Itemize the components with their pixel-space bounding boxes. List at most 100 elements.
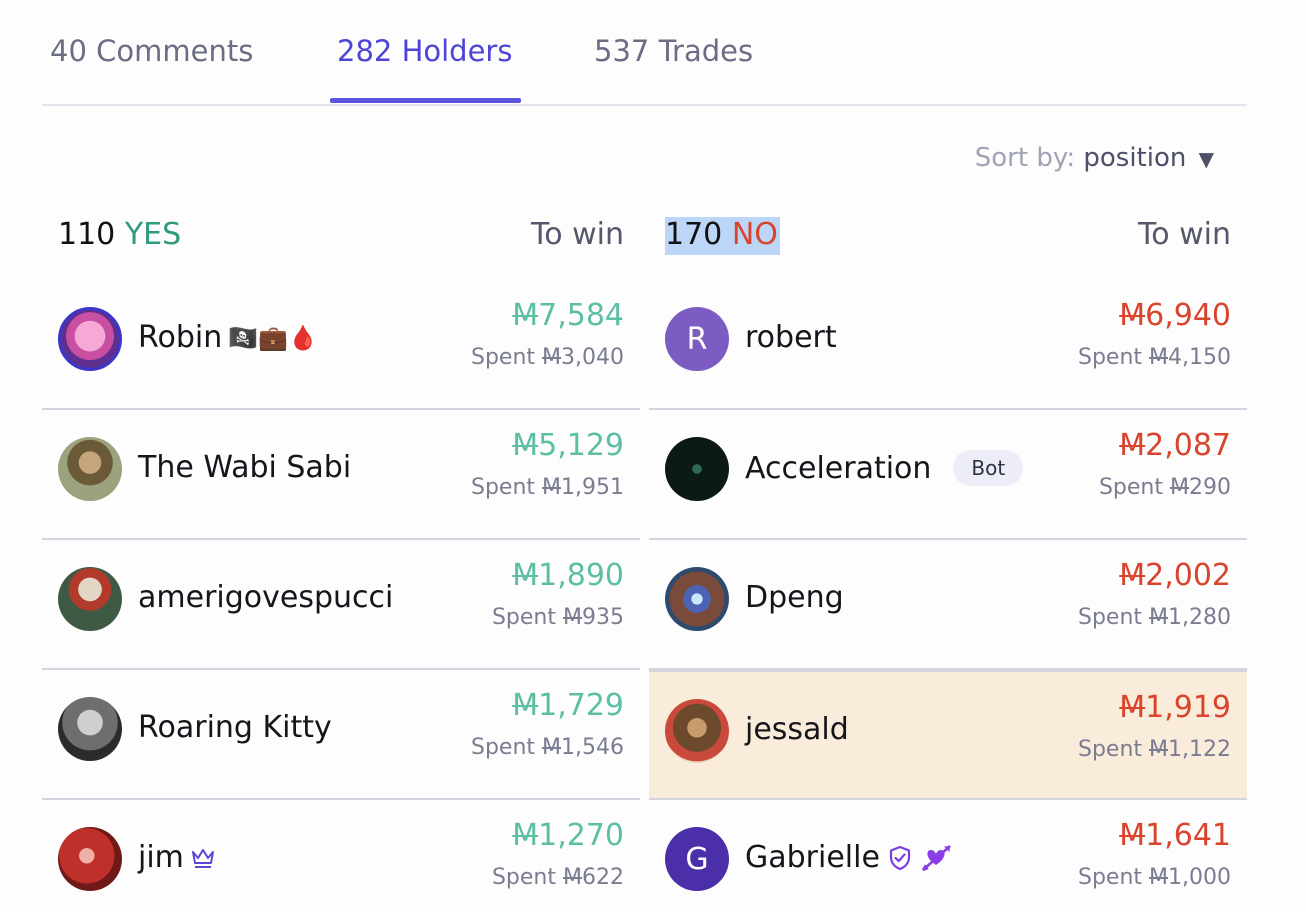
holder-row[interactable]: The Wabi Sabi M5,129 Spent M1,951 xyxy=(42,410,640,540)
holder-name[interactable]: Dpeng xyxy=(745,580,844,615)
spent-amount: Spent M1,546 xyxy=(471,735,624,760)
payout-value: 1,890 xyxy=(538,558,624,593)
mana-symbol: M xyxy=(1119,298,1146,333)
avatar-initial: G xyxy=(685,841,709,877)
tab-holders[interactable]: 282 Holders xyxy=(337,34,512,68)
spent-amount: Spent M3,040 xyxy=(471,345,624,370)
holder-name[interactable]: robert xyxy=(745,320,837,355)
cupid-arrow-icon xyxy=(920,843,954,873)
mana-symbol: M xyxy=(1119,818,1146,853)
holder-name[interactable]: Robin 🏴‍☠️💼🩸 xyxy=(138,320,318,355)
payout-value: 7,584 xyxy=(538,298,624,333)
avatar[interactable]: G xyxy=(665,827,729,891)
sort-label: Sort by: xyxy=(974,143,1076,173)
holder-name-text[interactable]: Robin xyxy=(138,320,222,355)
holder-row[interactable]: Acceleration Bot M2,087 Spent M290 xyxy=(649,410,1247,540)
mana-symbol: M xyxy=(1149,737,1169,762)
payout-amount: M6,940 xyxy=(1119,298,1231,333)
mana-symbol: M xyxy=(1149,605,1169,630)
spent-value: 1,000 xyxy=(1168,865,1231,890)
avatar[interactable] xyxy=(58,437,122,501)
spent-amount: Spent M1,951 xyxy=(471,475,624,500)
mana-symbol: M xyxy=(512,818,539,853)
yes-count: 110 YES xyxy=(58,217,181,254)
spent-amount: Spent M1,000 xyxy=(1078,865,1231,890)
spent-label: Spent xyxy=(470,735,536,760)
payout-amount: M2,002 xyxy=(1119,558,1231,593)
holder-row-current-user[interactable]: jessald M1,919 Spent M1,122 xyxy=(649,670,1247,800)
spent-value: 622 xyxy=(582,865,624,890)
avatar[interactable] xyxy=(665,699,729,763)
payout-value: 2,002 xyxy=(1145,558,1231,593)
holder-row[interactable]: Roaring Kitty M1,729 Spent M1,546 xyxy=(42,670,640,800)
spent-label: Spent xyxy=(470,475,536,500)
mana-symbol: M xyxy=(563,865,582,890)
mana-symbol: M xyxy=(542,735,562,760)
holder-name[interactable]: Gabrielle xyxy=(745,840,954,875)
mana-symbol: M xyxy=(512,688,539,723)
payout-amount: M1,919 xyxy=(1119,690,1231,725)
holder-name-text[interactable]: Acceleration xyxy=(745,451,931,486)
spent-amount: Spent M4,150 xyxy=(1078,345,1231,370)
holder-name[interactable]: jessald xyxy=(745,712,849,747)
spent-label: Spent xyxy=(491,865,557,890)
mana-symbol: M xyxy=(1119,558,1146,593)
avatar[interactable] xyxy=(58,567,122,631)
spent-value: 935 xyxy=(582,605,624,630)
spent-value: 290 xyxy=(1189,475,1231,500)
sort-caret-icon[interactable]: ▼ xyxy=(1199,147,1214,171)
avatar[interactable] xyxy=(58,307,122,371)
holder-row[interactable]: Dpeng M2,002 Spent M1,280 xyxy=(649,540,1247,670)
name-emoji: 🏴‍☠️💼🩸 xyxy=(228,323,318,352)
mana-symbol: M xyxy=(1149,345,1169,370)
avatar[interactable] xyxy=(58,697,122,761)
holder-name-text[interactable]: jim xyxy=(138,840,184,875)
spent-label: Spent xyxy=(470,345,536,370)
avatar[interactable] xyxy=(58,827,122,891)
yes-column-header: 110 YES To win xyxy=(42,200,640,280)
holder-name[interactable]: Acceleration Bot xyxy=(745,450,1024,486)
holder-name[interactable]: jim xyxy=(138,840,216,875)
holder-name[interactable]: The Wabi Sabi xyxy=(138,450,351,485)
spent-label: Spent xyxy=(1077,865,1143,890)
holder-name[interactable]: Roaring Kitty xyxy=(138,710,332,745)
spent-amount: Spent M290 xyxy=(1099,475,1231,500)
avatar[interactable] xyxy=(665,567,729,631)
mana-symbol: M xyxy=(542,475,562,500)
mana-symbol: M xyxy=(542,345,562,370)
holder-row[interactable]: jim M1,270 Spent M622 xyxy=(42,800,640,912)
avatar[interactable]: R xyxy=(665,307,729,371)
yes-count-number: 110 xyxy=(58,217,116,252)
payout-value: 6,940 xyxy=(1145,298,1231,333)
tab-trades[interactable]: 537 Trades xyxy=(594,34,753,68)
spent-value: 1,546 xyxy=(561,735,624,760)
payout-value: 1,641 xyxy=(1145,818,1231,853)
holder-row[interactable]: Robin 🏴‍☠️💼🩸 M 7,584 Spent M3,040 xyxy=(42,280,640,410)
holder-row[interactable]: G Gabrielle M1,641 Spent M1,000 xyxy=(649,800,1247,912)
sort-control[interactable]: Sort by: position ▼ xyxy=(975,143,1214,173)
payout-value: 1,919 xyxy=(1145,690,1231,725)
sort-value[interactable]: position xyxy=(1083,143,1186,173)
payout-value: 1,270 xyxy=(538,818,624,853)
holder-name[interactable]: amerigovespucci xyxy=(138,580,393,615)
spent-value: 1,951 xyxy=(561,475,624,500)
spent-amount: Spent M1,280 xyxy=(1078,605,1231,630)
spent-label: Spent xyxy=(1098,475,1164,500)
mana-symbol: M xyxy=(1170,475,1189,500)
holder-name-text[interactable]: Gabrielle xyxy=(745,840,880,875)
spent-label: Spent xyxy=(491,605,557,630)
spent-label: Spent xyxy=(1077,737,1143,762)
payout-amount: M1,270 xyxy=(512,818,624,853)
holder-row[interactable]: amerigovespucci M1,890 Spent M935 xyxy=(42,540,640,670)
no-column-header: 170 NO To win xyxy=(649,200,1247,280)
to-win-header: To win xyxy=(530,217,624,252)
holder-row[interactable]: R robert M6,940 Spent M4,150 xyxy=(649,280,1247,410)
tab-comments[interactable]: 40 Comments xyxy=(50,34,253,68)
avatar[interactable] xyxy=(665,437,729,501)
yes-label: YES xyxy=(124,217,182,252)
spent-amount: Spent M1,122 xyxy=(1078,737,1231,762)
mana-symbol: M xyxy=(512,428,539,463)
no-label: NO xyxy=(731,217,778,252)
spent-label: Spent xyxy=(1077,605,1143,630)
no-holders-column: 170 NO To win R robert M6,940 Spent M4,1… xyxy=(649,200,1247,912)
